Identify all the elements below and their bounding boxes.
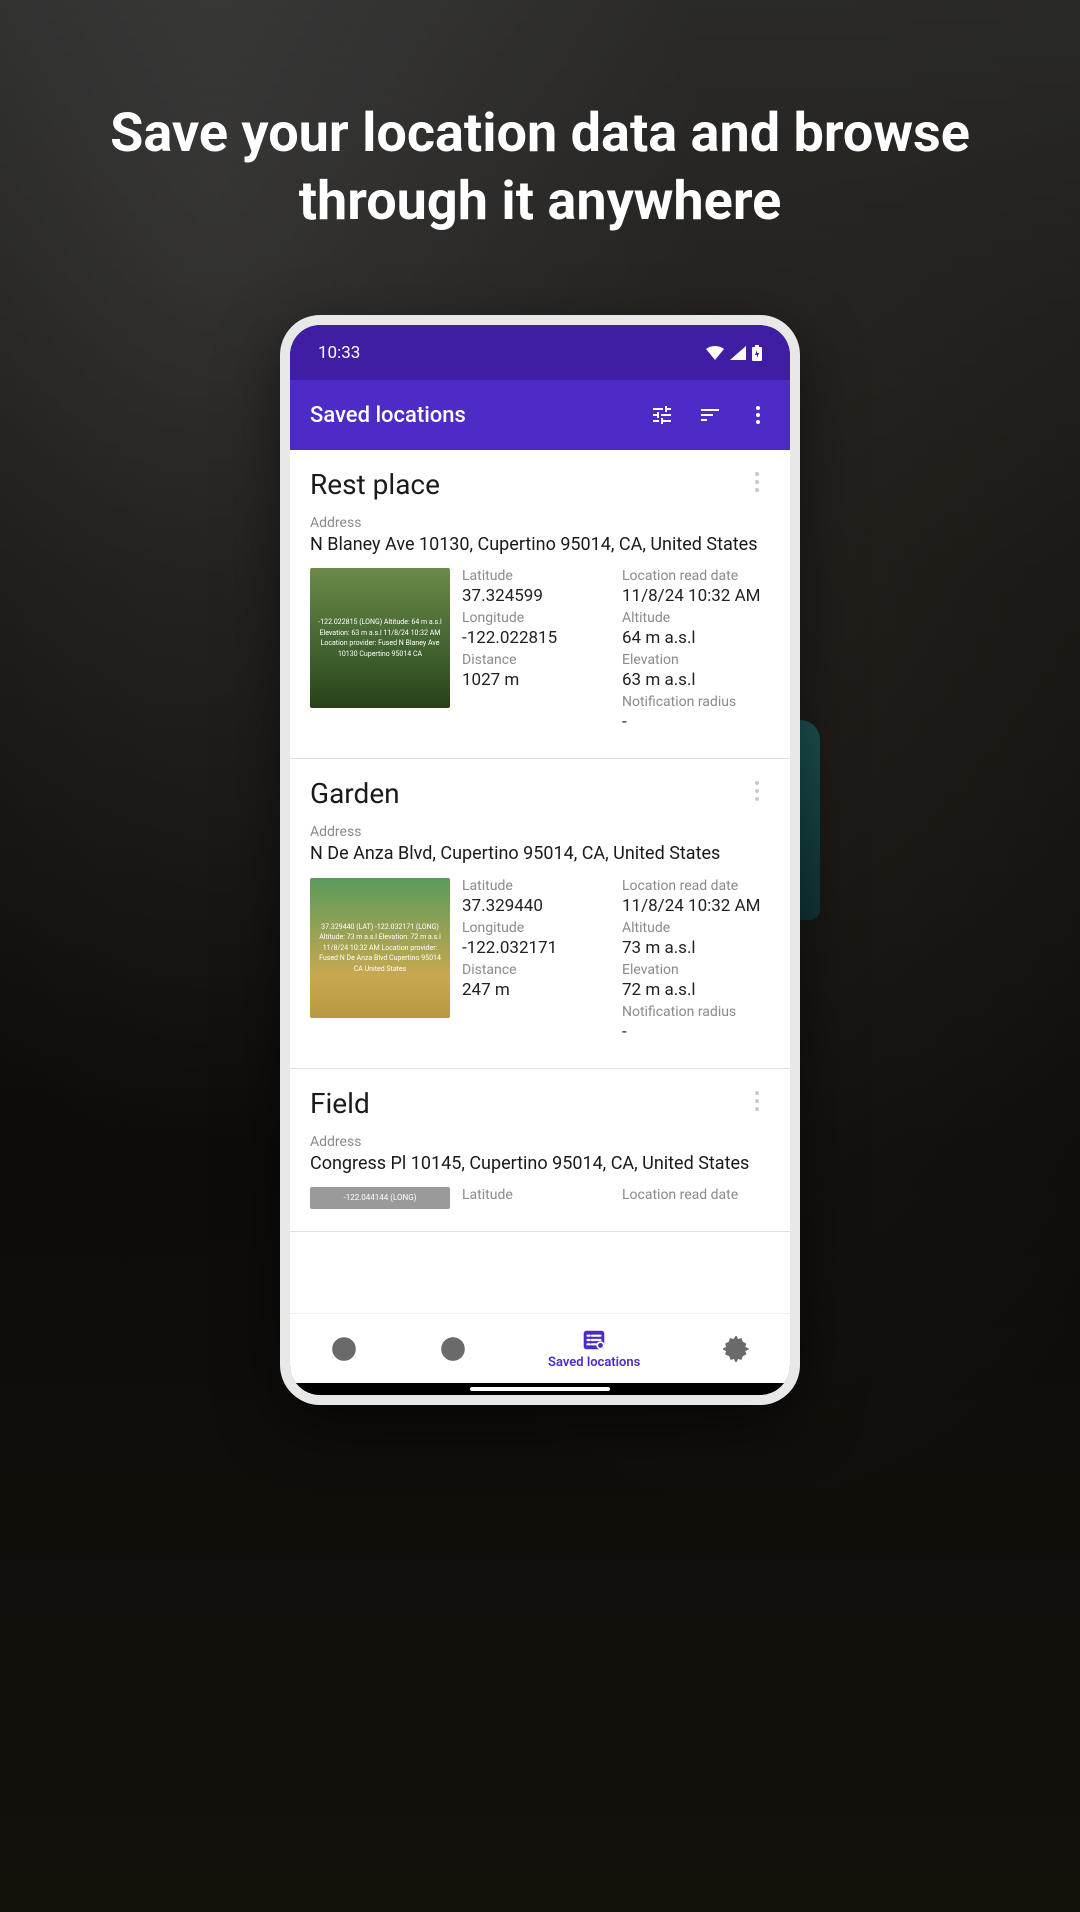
battery-icon <box>752 345 762 361</box>
card-menu-button[interactable] <box>744 1087 770 1119</box>
distance-label: Distance <box>462 962 610 978</box>
status-bar: 10:33 <box>290 325 790 380</box>
location-name: Rest place <box>310 468 440 501</box>
sort-icon[interactable] <box>698 403 722 427</box>
latitude-label: Latitude <box>462 1187 610 1203</box>
latitude-value: 37.324599 <box>462 586 610 606</box>
address-value: Congress Pl 10145, Cupertino 95014, CA, … <box>310 1152 770 1175</box>
nav-handle[interactable] <box>470 1387 610 1391</box>
altitude-value: 73 m a.s.l <box>622 938 770 958</box>
notif-radius-label: Notification radius <box>622 1004 770 1020</box>
distance-value: 247 m <box>462 980 610 1000</box>
bottom-nav: Saved locations <box>290 1313 790 1383</box>
elevation-value: 72 m a.s.l <box>622 980 770 1000</box>
app-bar: Saved locations <box>290 380 790 450</box>
globe-icon <box>440 1336 466 1362</box>
card-menu-button[interactable] <box>744 468 770 500</box>
location-thumbnail[interactable]: 37.329440 (LAT) -122.032171 (LONG) Altit… <box>310 878 450 1018</box>
location-card[interactable]: Field Address Congress Pl 10145, Cuperti… <box>290 1069 790 1232</box>
read-date-label: Location read date <box>622 568 770 584</box>
distance-value: 1027 m <box>462 670 610 690</box>
location-card[interactable]: Rest place Address N Blaney Ave 10130, C… <box>290 450 790 759</box>
signal-icon <box>730 346 746 360</box>
latitude-label: Latitude <box>462 568 610 584</box>
notif-radius-value: - <box>622 1022 770 1042</box>
content-scroll[interactable]: Rest place Address N Blaney Ave 10130, C… <box>290 450 790 1313</box>
location-name: Garden <box>310 777 400 810</box>
promo-headline: Save your location data and browse throu… <box>0 100 1080 235</box>
card-menu-button[interactable] <box>744 777 770 809</box>
nav-label: Saved locations <box>548 1355 640 1370</box>
notif-radius-value: - <box>622 712 770 732</box>
longitude-value: -122.032171 <box>462 938 610 958</box>
longitude-label: Longitude <box>462 920 610 936</box>
nav-saved-locations[interactable]: Saved locations <box>548 1327 640 1370</box>
read-date-label: Location read date <box>622 1187 770 1203</box>
altitude-value: 64 m a.s.l <box>622 628 770 648</box>
phone-frame: 10:33 Saved locations Rest place Address <box>280 315 800 1405</box>
elevation-label: Elevation <box>622 652 770 668</box>
address-label: Address <box>310 515 770 531</box>
distance-label: Distance <box>462 652 610 668</box>
address-label: Address <box>310 1134 770 1150</box>
latitude-label: Latitude <box>462 878 610 894</box>
nav-globe[interactable] <box>440 1336 466 1362</box>
nav-settings[interactable] <box>723 1336 749 1362</box>
read-date-value: 11/8/24 10:32 AM <box>622 896 770 916</box>
status-icons <box>706 345 762 361</box>
longitude-value: -122.022815 <box>462 628 610 648</box>
gear-icon <box>723 1336 749 1362</box>
notif-radius-label: Notification radius <box>622 694 770 710</box>
altitude-label: Altitude <box>622 610 770 626</box>
phone-screen: 10:33 Saved locations Rest place Address <box>290 325 790 1395</box>
location-thumbnail[interactable]: -122.022815 (LONG) Altitude: 64 m a.s.l … <box>310 568 450 708</box>
compass-icon <box>331 1336 357 1362</box>
more-vert-icon[interactable] <box>746 403 770 427</box>
system-nav-bar <box>290 1383 790 1395</box>
elevation-value: 63 m a.s.l <box>622 670 770 690</box>
altitude-label: Altitude <box>622 920 770 936</box>
elevation-label: Elevation <box>622 962 770 978</box>
wifi-icon <box>706 346 724 360</box>
status-time: 10:33 <box>318 343 360 363</box>
address-value: N De Anza Blvd, Cupertino 95014, CA, Uni… <box>310 842 770 865</box>
nav-compass[interactable] <box>331 1336 357 1362</box>
location-thumbnail[interactable]: -122.044144 (LONG) <box>310 1187 450 1209</box>
location-name: Field <box>310 1087 370 1120</box>
location-card[interactable]: Garden Address N De Anza Blvd, Cupertino… <box>290 759 790 1068</box>
read-date-value: 11/8/24 10:32 AM <box>622 586 770 606</box>
longitude-label: Longitude <box>462 610 610 626</box>
address-value: N Blaney Ave 10130, Cupertino 95014, CA,… <box>310 533 770 556</box>
tune-icon[interactable] <box>650 403 674 427</box>
app-bar-title: Saved locations <box>310 403 650 428</box>
address-label: Address <box>310 824 770 840</box>
read-date-label: Location read date <box>622 878 770 894</box>
list-icon <box>581 1327 607 1353</box>
app-bar-actions <box>650 403 770 427</box>
latitude-value: 37.329440 <box>462 896 610 916</box>
